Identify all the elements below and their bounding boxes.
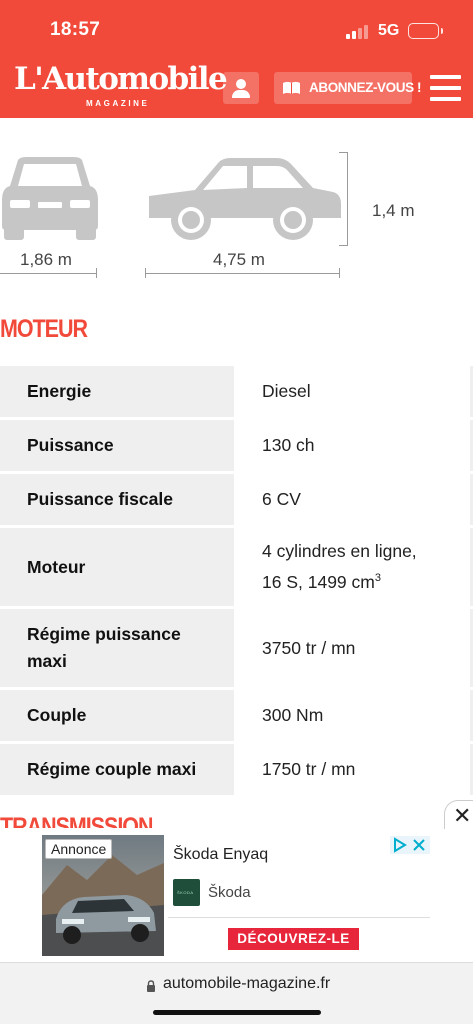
account-button[interactable] [223, 72, 259, 104]
spec-value: 6 CV [237, 474, 473, 525]
table-row: Régime couple maxi 1750 tr / mn [0, 744, 473, 798]
table-row: Puissance fiscale 6 CV [0, 474, 473, 528]
ad-cta-button[interactable]: DÉCOUVREZ-LE [228, 928, 359, 950]
spec-value: 1750 tr / mn [237, 744, 473, 795]
table-row: Energie Diesel [0, 366, 473, 420]
spec-value: 3750 tr / mn [237, 609, 473, 687]
car-side-icon [149, 158, 341, 240]
length-value: 4,75 m [213, 250, 265, 269]
home-indicator[interactable] [153, 1010, 321, 1015]
engine-specs-table: Energie Diesel Puissance 130 ch Puissanc… [0, 366, 473, 798]
network-type: 5G [378, 22, 400, 39]
spec-value: 4 cylindres en ligne, 16 S, 1499 cm3 [237, 528, 473, 606]
spec-label: Puissance fiscale [0, 474, 234, 525]
close-icon: ✕ [453, 803, 472, 828]
table-row: Puissance 130 ch [0, 420, 473, 474]
subscribe-label: ABONNEZ-VOUS ! [309, 80, 422, 95]
subscribe-button[interactable]: ABONNEZ-VOUS ! [274, 72, 422, 104]
height-value: 1,4 m [372, 201, 415, 220]
car-front-icon [2, 157, 98, 240]
table-row: Régime puissance maxi 3750 tr / mn [0, 609, 473, 690]
site-header: 18:57 5G L'Automobile MAGAZINE ABONNEZ-V… [0, 0, 473, 118]
spec-label: Régime puissance maxi [0, 609, 234, 687]
spec-label: Puissance [0, 420, 234, 471]
book-icon [283, 81, 300, 94]
spec-label: Régime couple maxi [0, 744, 234, 795]
signal-icon [346, 24, 372, 39]
ad-label-badge: Annonce [45, 839, 113, 859]
skoda-logo-icon: ŠKODA [173, 879, 200, 906]
spec-value: 130 ch [237, 420, 473, 471]
dimensions-panel: 1,86 m 4,75 m 1,4 m [0, 118, 473, 308]
section-title-transmission: TRANSMISSION [0, 813, 153, 828]
menu-icon[interactable] [430, 75, 461, 102]
ad-title[interactable]: Škoda Enyaq [173, 846, 268, 864]
site-logo-subtitle: MAGAZINE [86, 99, 150, 108]
ad-brand-name: Škoda [208, 884, 251, 901]
section-title-engine: MOTEUR [0, 315, 88, 343]
table-row: Moteur 4 cylindres en ligne, 16 S, 1499 … [0, 528, 473, 609]
browser-url-bar[interactable]: automobile-magazine.fr [0, 962, 473, 1024]
battery-icon [408, 23, 443, 39]
spec-value: Diesel [237, 366, 473, 417]
ad-close-button[interactable]: ✕ [444, 800, 473, 829]
spec-label: Energie [0, 366, 234, 417]
lock-icon [147, 980, 155, 992]
page-url[interactable]: automobile-magazine.fr [163, 975, 330, 993]
adchoices-icon[interactable] [390, 836, 430, 854]
status-time: 18:57 [50, 19, 101, 40]
spec-label: Couple [0, 690, 234, 741]
spec-value: 300 Nm [237, 690, 473, 741]
width-value: 1,86 m [20, 250, 72, 269]
table-row: Couple 300 Nm [0, 690, 473, 744]
spec-label: Moteur [0, 528, 234, 606]
user-icon [236, 79, 246, 89]
site-logo[interactable]: L'Automobile [14, 64, 228, 95]
